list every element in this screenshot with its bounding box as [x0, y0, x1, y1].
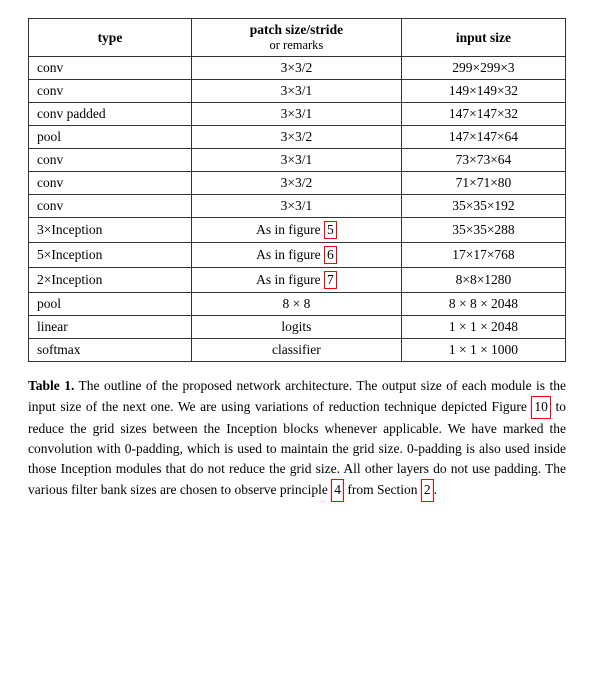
caption-text4: . [434, 482, 437, 497]
table-row: linearlogits1 × 1 × 2048 [29, 316, 566, 339]
cell-type: linear [29, 316, 192, 339]
architecture-table: type patch size/stride or remarks input … [28, 18, 566, 362]
figure-link[interactable]: 5 [324, 221, 337, 239]
cell-patch: 3×3/1 [191, 149, 401, 172]
col-patch-sub: or remarks [200, 38, 393, 53]
cell-patch: As in figure 5 [191, 218, 401, 243]
cell-input-size: 299×299×3 [401, 57, 565, 80]
cell-input-size: 147×147×64 [401, 126, 565, 149]
cell-input-size: 35×35×288 [401, 218, 565, 243]
cell-patch: 3×3/2 [191, 126, 401, 149]
cell-type: conv [29, 149, 192, 172]
cell-input-size: 71×71×80 [401, 172, 565, 195]
cell-patch: As in figure 7 [191, 268, 401, 293]
cell-input-size: 17×17×768 [401, 243, 565, 268]
cell-type: conv [29, 80, 192, 103]
cell-input-size: 73×73×64 [401, 149, 565, 172]
cell-input-size: 1 × 1 × 1000 [401, 339, 565, 362]
cell-patch: 3×3/1 [191, 195, 401, 218]
cell-type: softmax [29, 339, 192, 362]
table-row: 3×InceptionAs in figure 535×35×288 [29, 218, 566, 243]
table-row: conv padded3×3/1147×147×32 [29, 103, 566, 126]
cell-patch: logits [191, 316, 401, 339]
cell-type: conv [29, 57, 192, 80]
cell-type: pool [29, 126, 192, 149]
cell-patch: 3×3/1 [191, 80, 401, 103]
cell-patch: 3×3/2 [191, 57, 401, 80]
cell-input-size: 8×8×1280 [401, 268, 565, 293]
cell-type: 5×Inception [29, 243, 192, 268]
table-row: conv3×3/2299×299×3 [29, 57, 566, 80]
caption-link1[interactable]: 10 [531, 396, 551, 418]
table-caption: Table 1. The outline of the proposed net… [28, 376, 566, 502]
col-input-header: input size [401, 19, 565, 57]
cell-patch: 8 × 8 [191, 293, 401, 316]
cell-input-size: 1 × 1 × 2048 [401, 316, 565, 339]
cell-patch: 3×3/1 [191, 103, 401, 126]
caption-text3: from Section [344, 482, 421, 497]
table-row: conv3×3/173×73×64 [29, 149, 566, 172]
table-row: conv3×3/1149×149×32 [29, 80, 566, 103]
figure-link[interactable]: 6 [324, 246, 337, 264]
cell-patch: As in figure 6 [191, 243, 401, 268]
table-row: conv3×3/135×35×192 [29, 195, 566, 218]
cell-type: pool [29, 293, 192, 316]
cell-input-size: 8 × 8 × 2048 [401, 293, 565, 316]
cell-type: conv [29, 195, 192, 218]
col-patch-main: patch size/stride [200, 22, 393, 38]
cell-input-size: 35×35×192 [401, 195, 565, 218]
table-row: softmaxclassifier1 × 1 × 1000 [29, 339, 566, 362]
cell-patch: classifier [191, 339, 401, 362]
cell-type: conv [29, 172, 192, 195]
col-type-header: type [29, 19, 192, 57]
table-row: conv3×3/271×71×80 [29, 172, 566, 195]
figure-link[interactable]: 7 [324, 271, 337, 289]
caption-link2[interactable]: 4 [331, 479, 344, 501]
cell-input-size: 147×147×32 [401, 103, 565, 126]
col-patch-header: patch size/stride or remarks [191, 19, 401, 57]
table-row: pool8 × 88 × 8 × 2048 [29, 293, 566, 316]
caption-text1: The outline of the proposed network arch… [28, 378, 566, 414]
cell-type: conv padded [29, 103, 192, 126]
caption-label: Table 1. [28, 378, 74, 393]
caption-link3[interactable]: 2 [421, 479, 434, 501]
cell-type: 3×Inception [29, 218, 192, 243]
cell-input-size: 149×149×32 [401, 80, 565, 103]
cell-type: 2×Inception [29, 268, 192, 293]
cell-patch: 3×3/2 [191, 172, 401, 195]
table-row: pool3×3/2147×147×64 [29, 126, 566, 149]
table-row: 5×InceptionAs in figure 617×17×768 [29, 243, 566, 268]
table-row: 2×InceptionAs in figure 78×8×1280 [29, 268, 566, 293]
